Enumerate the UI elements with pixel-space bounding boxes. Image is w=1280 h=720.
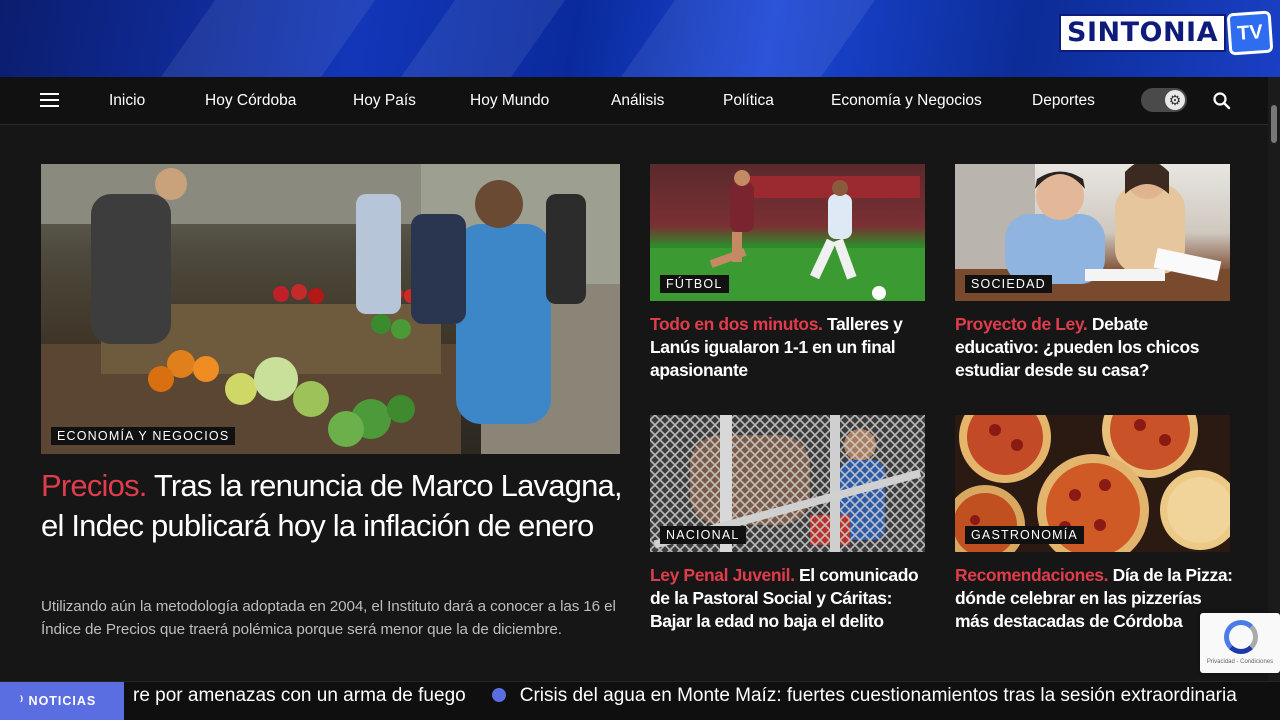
main-story-title[interactable]: Precios. Tras la renuncia de Marco Lavag… <box>41 466 626 546</box>
main-story-tag[interactable]: ECONOMÍA Y NEGOCIOS <box>51 427 236 445</box>
nav-item-politica[interactable]: Política <box>723 77 774 125</box>
recaptcha-text: Privacidad - Condiciones <box>1206 659 1274 665</box>
nav-item-economia[interactable]: Economía y Negocios <box>831 77 982 125</box>
news-ticker: ⁾ NOTICIAS re por amenazas con un arma d… <box>0 681 1280 720</box>
main-story-kicker: Precios. <box>41 468 147 503</box>
settings-icon: ⚙ <box>1165 90 1185 110</box>
main-story-image[interactable]: ECONOMÍA Y NEGOCIOS <box>41 164 620 454</box>
nav-item-hoy-mundo[interactable]: Hoy Mundo <box>470 77 549 125</box>
ticker-track: re por amenazas con un arma de fuego Cris… <box>133 682 1237 720</box>
card-football-image[interactable]: FÚTBOL <box>650 164 925 301</box>
card-national-title[interactable]: Ley Penal Juvenil. El comunicado de la P… <box>650 564 930 633</box>
search-icon[interactable] <box>1212 91 1232 111</box>
ticker-item[interactable]: Crisis del agua en Monte Maíz: fuertes c… <box>520 685 1237 706</box>
card-gastronomy-tag[interactable]: GASTRONOMÍA <box>965 526 1084 544</box>
top-banner: SINTONIA TV <box>0 0 1280 77</box>
main-nav: Inicio Hoy Córdoba Hoy País Hoy Mundo An… <box>0 77 1268 125</box>
rss-icon: ⁾ <box>20 694 29 708</box>
card-national-image[interactable]: NACIONAL <box>650 415 925 552</box>
ticker-label-text: NOTICIAS <box>28 694 97 708</box>
card-national-kicker: Ley Penal Juvenil. <box>650 565 795 585</box>
theme-toggle[interactable]: ⚙ <box>1141 88 1187 112</box>
card-gastronomy-image[interactable]: GASTRONOMÍA <box>955 415 1230 552</box>
card-national-tag[interactable]: NACIONAL <box>660 526 746 544</box>
card-society-title[interactable]: Proyecto de Ley. Debate educativo: ¿pued… <box>955 313 1235 382</box>
main-story-summary: Utilizando aún la metodología adoptada e… <box>41 598 616 638</box>
nav-item-deportes[interactable]: Deportes <box>1032 77 1095 125</box>
ticker-item[interactable]: re por amenazas con un arma de fuego <box>133 685 466 706</box>
recaptcha-badge[interactable]: Privacidad - Condiciones <box>1200 613 1280 673</box>
card-football-kicker: Todo en dos minutos. <box>650 314 823 334</box>
ticker-separator-icon <box>491 688 506 702</box>
card-football-tag[interactable]: FÚTBOL <box>660 275 729 293</box>
nav-item-analisis[interactable]: Análisis <box>611 77 664 125</box>
card-society-kicker: Proyecto de Ley. <box>955 314 1088 334</box>
site-logo[interactable]: SINTONIA TV <box>1059 10 1274 56</box>
card-football-title[interactable]: Todo en dos minutos. Talleres y Lanús ig… <box>650 313 930 382</box>
menu-icon[interactable] <box>40 93 59 108</box>
card-society-tag[interactable]: SOCIEDAD <box>965 275 1052 293</box>
card-gastronomy-title[interactable]: Recomendaciones. Día de la Pizza: dónde … <box>955 564 1235 633</box>
card-society-image[interactable]: SOCIEDAD <box>955 164 1230 301</box>
card-gastronomy-kicker: Recomendaciones. <box>955 565 1109 585</box>
nav-item-hoy-pais[interactable]: Hoy País <box>353 77 416 125</box>
logo-suffix: TV <box>1226 10 1274 56</box>
recaptcha-icon <box>1224 620 1258 654</box>
nav-item-inicio[interactable]: Inicio <box>109 77 145 125</box>
nav-item-hoy-cordoba[interactable]: Hoy Córdoba <box>205 77 296 125</box>
ticker-label[interactable]: ⁾ NOTICIAS <box>0 682 124 720</box>
logo-name: SINTONIA <box>1059 14 1226 52</box>
